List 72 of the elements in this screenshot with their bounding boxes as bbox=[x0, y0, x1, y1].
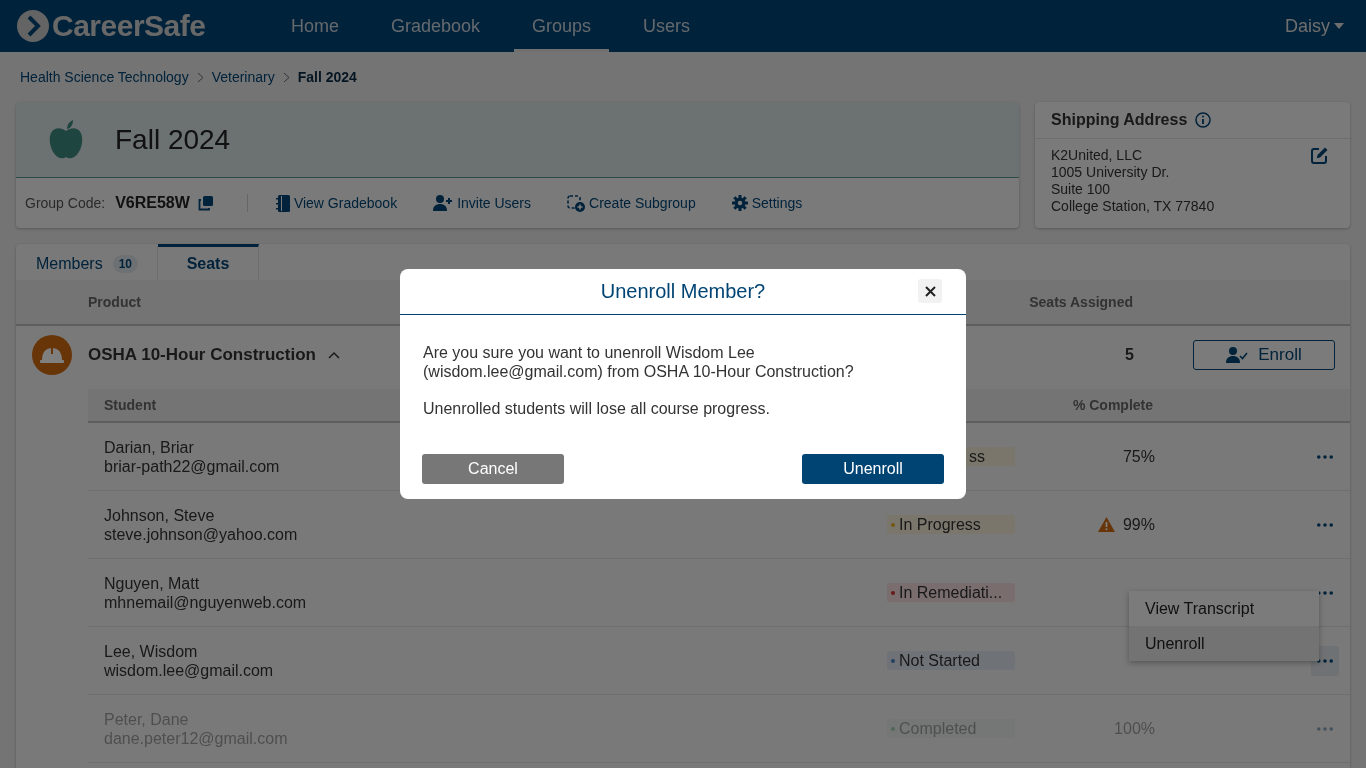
notebook-icon bbox=[275, 194, 290, 212]
user-plus-icon bbox=[433, 195, 454, 211]
percent-complete: 75% bbox=[1122, 447, 1155, 466]
group-code-label: Group Code: bbox=[25, 195, 106, 211]
logo-text: CareerSafe bbox=[52, 9, 206, 43]
group-title: Fall 2024 bbox=[115, 123, 231, 156]
copy-icon[interactable] bbox=[197, 195, 213, 211]
breadcrumb-link[interactable]: Fall 2024 bbox=[297, 69, 357, 85]
enroll-button[interactable]: Enroll bbox=[1193, 340, 1335, 370]
apple-icon bbox=[48, 118, 84, 161]
add-subgroup-icon bbox=[567, 194, 586, 212]
cancel-button[interactable]: Cancel bbox=[422, 454, 564, 484]
ellipsis-icon bbox=[1317, 454, 1333, 459]
ellipsis-icon bbox=[1317, 658, 1333, 663]
status-dot bbox=[891, 658, 895, 663]
logo[interactable]: CareerSafe bbox=[16, 9, 273, 43]
dialog-message: Unenrolled students will lose all course progress. bbox=[423, 399, 771, 418]
column-header: % Complete bbox=[1072, 397, 1153, 413]
student-email: briar-path22@gmail.com bbox=[104, 456, 280, 476]
count-badge: 10 bbox=[112, 254, 139, 273]
status-badge: In Progress bbox=[887, 515, 1015, 534]
student-email: wisdom.lee@gmail.com bbox=[104, 660, 274, 680]
shipping-address: K2United, LLC 1005 University Dr. Suite 100 College Station, TX 77840 bbox=[1051, 147, 1215, 215]
column-header: Product bbox=[88, 294, 141, 310]
student-email: steve.johnson@yahoo.com bbox=[104, 524, 298, 544]
chevron-logo-icon bbox=[16, 9, 50, 43]
nav-link[interactable]: Gradebook bbox=[373, 0, 499, 52]
student-name: Lee, Wisdom bbox=[104, 641, 198, 661]
group-action-link[interactable]: Settings bbox=[731, 195, 803, 211]
menu-item[interactable]: Unenroll bbox=[1129, 626, 1319, 661]
ellipsis-icon bbox=[1317, 522, 1333, 527]
chevron-right-icon bbox=[196, 71, 204, 83]
unenroll-button[interactable]: Unenroll bbox=[802, 454, 944, 484]
nav-link[interactable]: Home bbox=[273, 0, 357, 52]
student-name: Nguyen, Matt bbox=[104, 573, 200, 593]
dialog-title: Unenroll Member? bbox=[600, 280, 766, 303]
group-action-link[interactable]: Create Subgroup bbox=[567, 194, 696, 212]
student-name: Darian, Briar bbox=[104, 437, 194, 457]
tab[interactable]: Seats bbox=[158, 244, 259, 280]
chevron-up-icon[interactable] bbox=[327, 351, 340, 359]
warning-icon bbox=[1097, 517, 1115, 532]
seats-count: 5 bbox=[1125, 346, 1134, 364]
percent-complete: 99% bbox=[1122, 515, 1155, 534]
student-name: Johnson, Steve bbox=[104, 505, 215, 525]
edit-icon[interactable] bbox=[1311, 147, 1328, 164]
breadcrumb-link[interactable]: Health Science Technology bbox=[20, 69, 189, 85]
status-badge: In Remediati... bbox=[887, 583, 1015, 602]
caret-icon bbox=[1334, 23, 1344, 29]
chevron-right-icon bbox=[282, 71, 290, 83]
group-code: V6RE58W bbox=[115, 194, 190, 212]
status-badge: Not Started bbox=[887, 651, 1015, 670]
dialog-message: Are you sure you want to unenroll Wisdom Lee (wisdom.lee@gmail.com) from OSHA 10-Hour Construction? bbox=[423, 343, 855, 381]
shipping-title: Shipping Address bbox=[1051, 111, 1188, 129]
status-dot bbox=[891, 590, 895, 595]
group-action-link[interactable]: View Gradebook bbox=[275, 194, 398, 212]
nav-link[interactable]: Groups bbox=[514, 0, 610, 52]
hard-hat-icon bbox=[32, 335, 72, 375]
student-email: mhnemail@nguyenweb.com bbox=[104, 592, 307, 612]
column-header: Seats Assigned bbox=[1029, 294, 1133, 310]
settings-icon bbox=[731, 195, 748, 211]
breadcrumb-link[interactable]: Veterinary bbox=[211, 69, 275, 85]
group-action-link[interactable]: Invite Users bbox=[433, 195, 532, 211]
menu-item[interactable]: View Transcript bbox=[1129, 591, 1319, 626]
product-name: OSHA 10-Hour Construction bbox=[88, 345, 316, 365]
user-menu[interactable]: Daisy bbox=[1279, 14, 1350, 38]
close-icon bbox=[924, 285, 936, 297]
column-header: Student bbox=[104, 397, 157, 413]
info-icon[interactable] bbox=[1195, 112, 1212, 128]
nav-link[interactable]: Users bbox=[625, 0, 709, 52]
user-check-icon bbox=[1226, 347, 1249, 363]
status-dot bbox=[891, 522, 895, 527]
close-button[interactable] bbox=[918, 279, 942, 303]
